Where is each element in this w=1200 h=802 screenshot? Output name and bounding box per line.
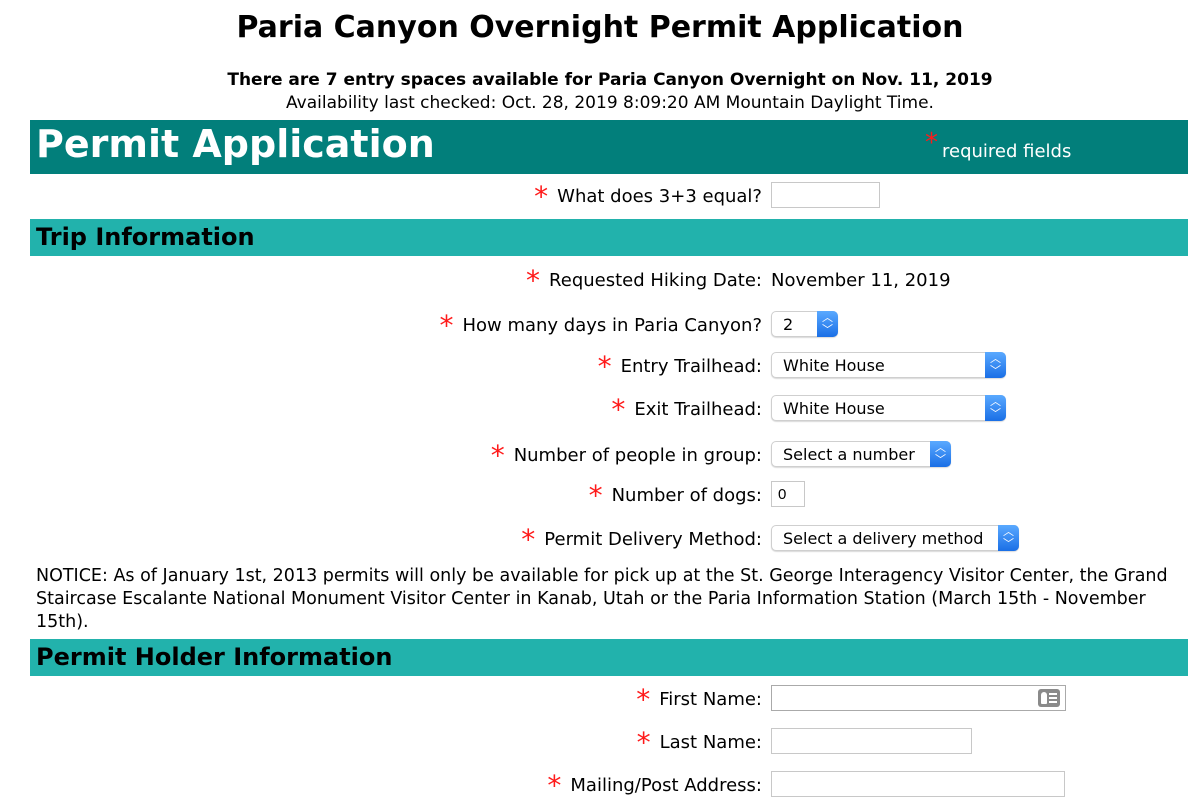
days-label-text: How many days in Paria Canyon? (462, 315, 762, 336)
captcha-label: * What does 3+3 equal? (534, 183, 762, 211)
last-name-row: * Last Name: (0, 728, 1200, 758)
exit-trailhead-row: * Exit Trailhead: White House ︿ ﹀ (0, 395, 1200, 425)
trip-information-header: Trip Information (30, 219, 1188, 256)
entry-trailhead-select[interactable]: White House ︿ ﹀ (771, 352, 1006, 378)
exit-trailhead-label-text: Exit Trailhead: (634, 399, 762, 420)
page-title: Paria Canyon Overnight Permit Applicatio… (236, 10, 964, 45)
days-row: * How many days in Paria Canyon? 2 ︿ ﹀ (0, 311, 1200, 341)
select-arrows-icon: ︿ ﹀ (998, 525, 1019, 551)
permit-holder-header: Permit Holder Information (30, 639, 1188, 676)
required-star-icon: * (636, 726, 651, 759)
people-label: * Number of people in group: (491, 442, 762, 470)
required-fields-note: * required fields (925, 128, 1072, 164)
hiking-date-value: November 11, 2019 (771, 270, 951, 291)
hiking-date-label-text: Requested Hiking Date: (549, 270, 762, 291)
last-checked-text: Availability last checked: Oct. 28, 2019… (286, 93, 934, 113)
first-name-label: * First Name: (636, 686, 762, 714)
first-name-row: * First Name: (0, 685, 1200, 715)
days-label: * How many days in Paria Canyon? (439, 312, 762, 340)
required-star-icon: * (490, 439, 505, 472)
dogs-input[interactable] (771, 481, 805, 507)
people-select[interactable]: Select a number ︿ ﹀ (771, 441, 951, 467)
exit-trailhead-label: * Exit Trailhead: (611, 396, 762, 424)
required-fields-text: required fields (942, 141, 1072, 162)
delivery-label: * Permit Delivery Method: (521, 526, 762, 554)
address-label-text: Mailing/Post Address: (570, 775, 762, 796)
last-name-input[interactable] (771, 728, 972, 754)
hiking-date-row: * Requested Hiking Date: November 11, 201… (0, 266, 1200, 296)
entry-trailhead-label: * Entry Trailhead: (598, 353, 762, 381)
dogs-label: * Number of dogs: (589, 482, 762, 510)
address-row: * Mailing/Post Address: (0, 771, 1200, 801)
required-star-icon: * (588, 479, 603, 512)
trip-information-title: Trip Information (36, 223, 255, 251)
permit-holder-title: Permit Holder Information (36, 643, 393, 671)
permit-application-header: Permit Application * required fields (30, 120, 1188, 174)
entry-trailhead-row: * Entry Trailhead: White House ︿ ﹀ (0, 352, 1200, 382)
delivery-method-value: Select a delivery method (783, 529, 984, 548)
delivery-row: * Permit Delivery Method: Select a delive… (0, 525, 1200, 555)
days-select-value: 2 (783, 315, 794, 334)
dogs-label-text: Number of dogs: (611, 485, 762, 506)
last-name-label-text: Last Name: (659, 732, 762, 753)
required-star-icon: * (611, 393, 626, 426)
first-name-label-text: First Name: (659, 689, 762, 710)
select-arrows-icon: ︿ ﹀ (985, 395, 1006, 421)
select-arrows-icon: ︿ ﹀ (930, 441, 951, 467)
address-label: * Mailing/Post Address: (547, 772, 762, 800)
people-row: * Number of people in group: Select a num… (0, 441, 1200, 471)
select-arrows-icon: ︿ ﹀ (817, 311, 838, 337)
people-select-value: Select a number (783, 445, 915, 464)
required-star-icon: * (547, 769, 562, 802)
required-star-icon: * (439, 309, 454, 342)
captcha-row: * What does 3+3 equal? (0, 182, 1200, 212)
entry-trailhead-value: White House (783, 356, 885, 375)
availability-text: There are 7 entry spaces available for P… (227, 70, 993, 90)
last-name-label: * Last Name: (637, 729, 762, 757)
required-star-icon: * (636, 683, 651, 716)
captcha-label-text: What does 3+3 equal? (557, 186, 762, 207)
days-select[interactable]: 2 ︿ ﹀ (771, 311, 838, 337)
delivery-method-select[interactable]: Select a delivery method ︿ ﹀ (771, 525, 1019, 551)
required-star-icon: * (526, 264, 541, 297)
captcha-input[interactable] (771, 182, 880, 208)
contact-card-icon[interactable] (1038, 689, 1060, 707)
exit-trailhead-value: White House (783, 399, 885, 418)
pickup-notice: NOTICE: As of January 1st, 2013 permits … (36, 566, 1168, 632)
entry-trailhead-label-text: Entry Trailhead: (620, 356, 762, 377)
header-title: Permit Application (36, 122, 435, 166)
delivery-label-text: Permit Delivery Method: (544, 529, 762, 550)
exit-trailhead-select[interactable]: White House ︿ ﹀ (771, 395, 1006, 421)
required-star-icon: * (597, 350, 612, 383)
first-name-input[interactable] (771, 685, 1066, 711)
hiking-date-label: * Requested Hiking Date: (526, 267, 762, 295)
dogs-row: * Number of dogs: (0, 481, 1200, 511)
address-input[interactable] (771, 771, 1065, 797)
select-arrows-icon: ︿ ﹀ (985, 352, 1006, 378)
people-label-text: Number of people in group: (513, 445, 762, 466)
required-star-icon: * (521, 523, 536, 556)
required-star-icon: * (925, 128, 938, 158)
required-star-icon: * (534, 180, 549, 213)
